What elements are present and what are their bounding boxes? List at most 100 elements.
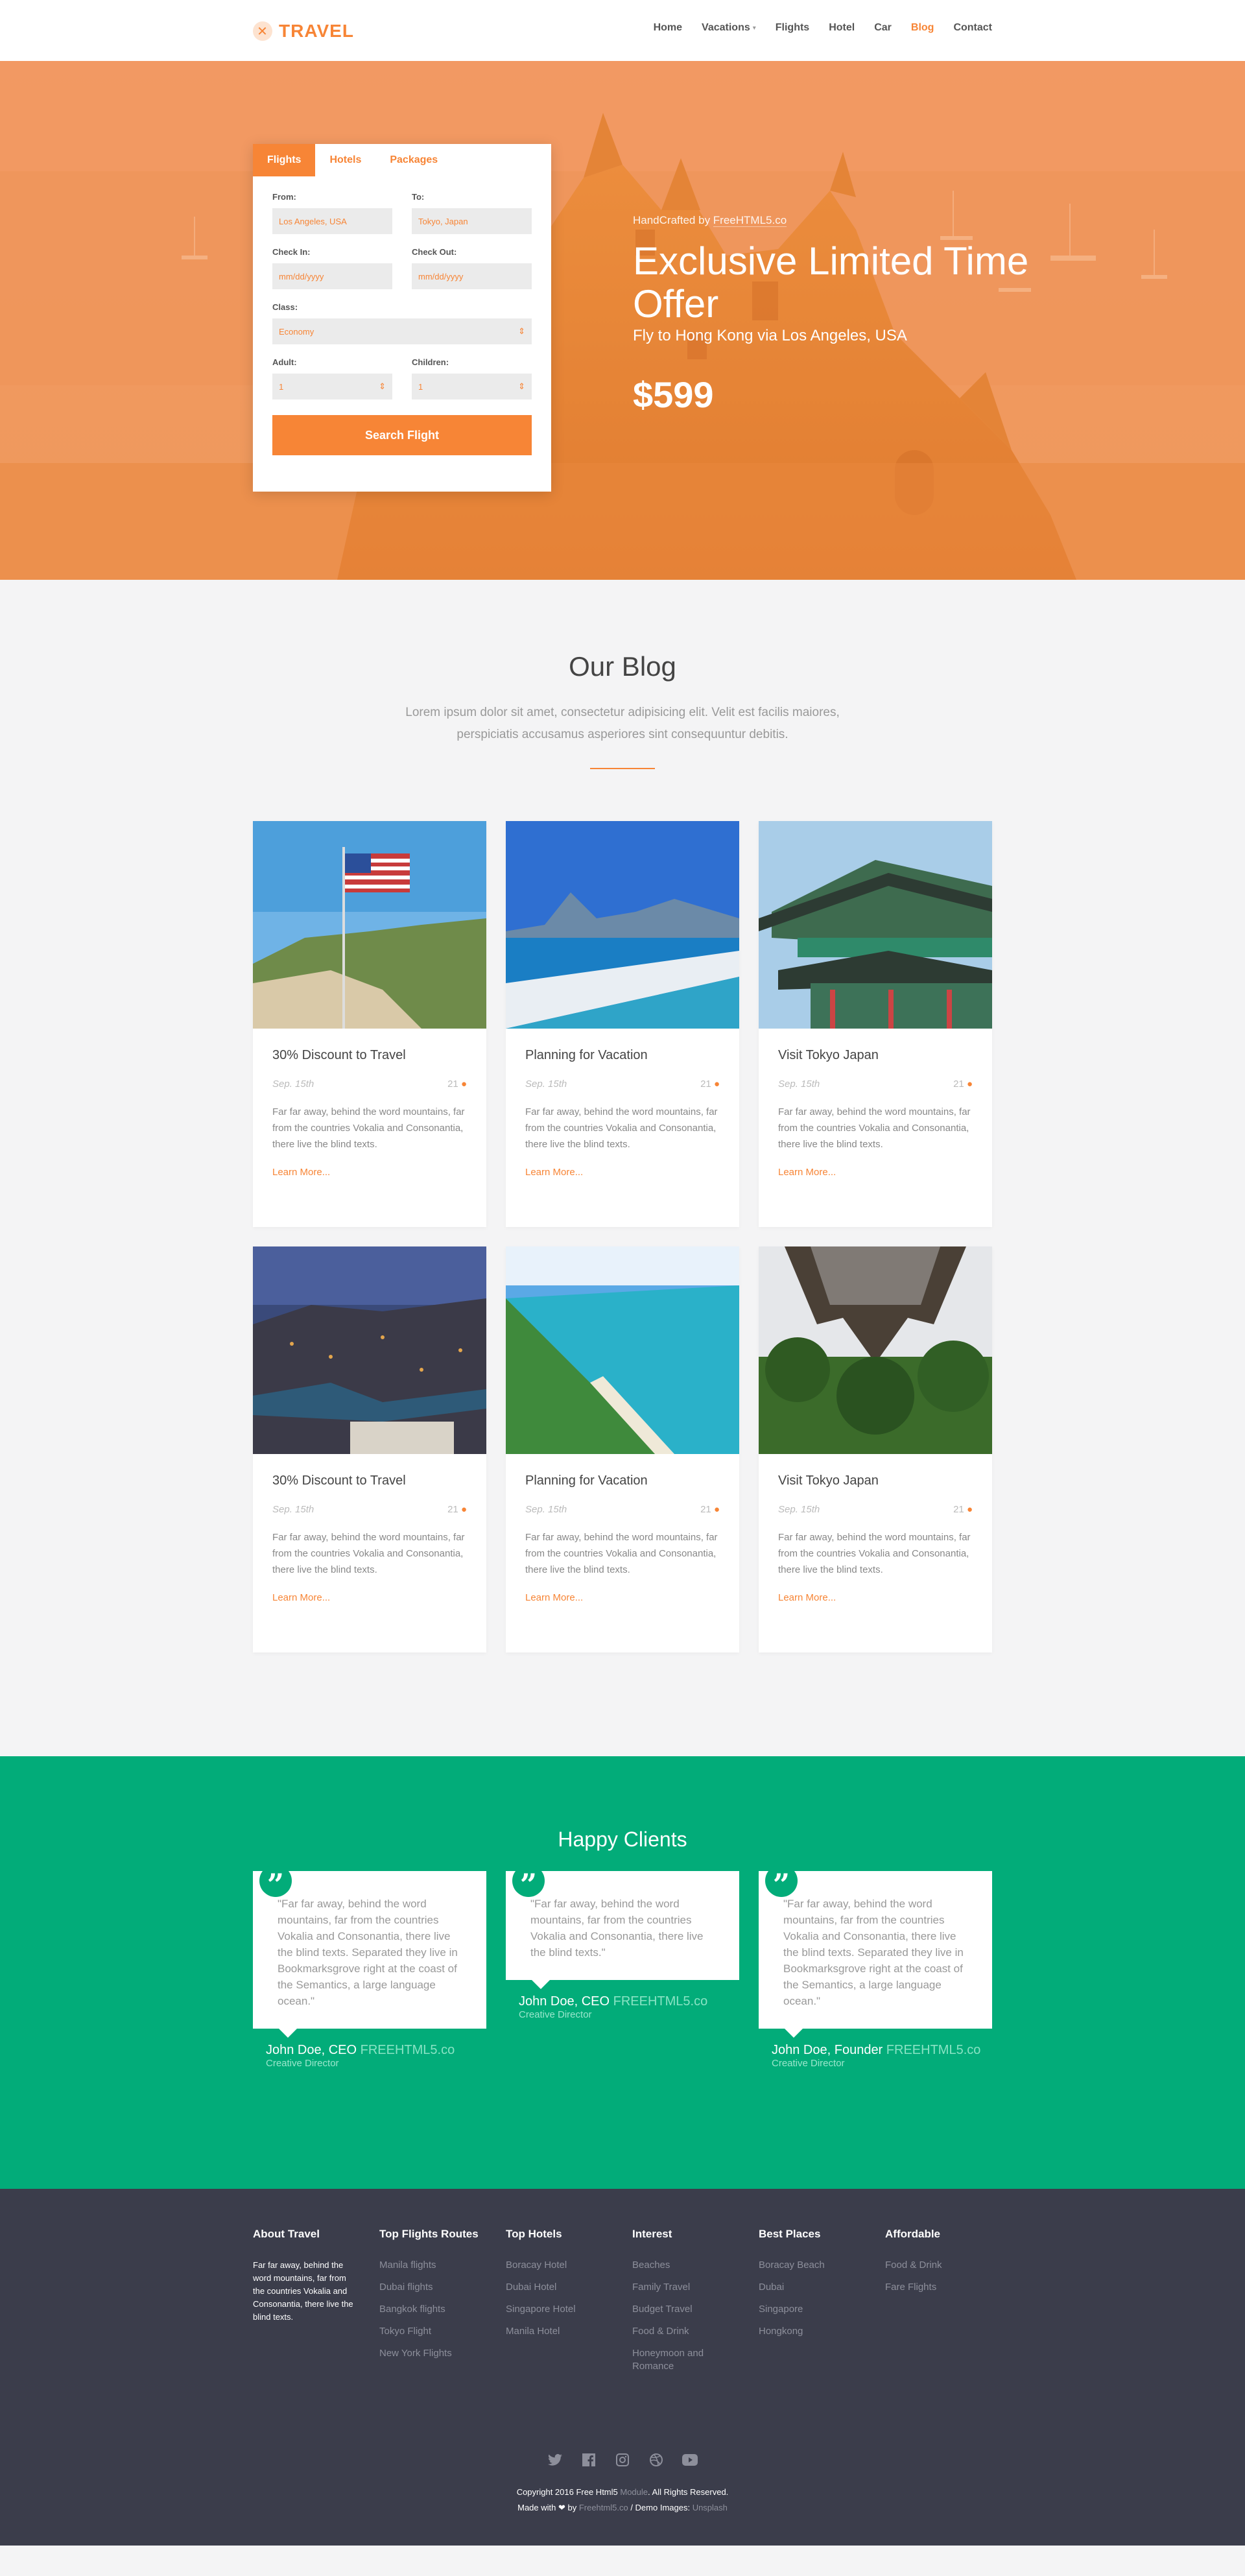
footer-link[interactable]: Manila flights	[379, 2259, 486, 2272]
footer-link[interactable]: Singapore	[759, 2303, 866, 2316]
footer-link[interactable]: Dubai Hotel	[506, 2281, 613, 2294]
testimonial-quote-box: ” "Far far away, behind the word mountai…	[506, 1865, 739, 1989]
footer-link[interactable]: Food & Drink	[885, 2259, 992, 2272]
select-arrows-icon: ⇕	[518, 381, 525, 391]
learn-more-link[interactable]: Learn More...	[778, 1592, 836, 1603]
tab-flights[interactable]: Flights	[253, 144, 316, 176]
youtube-icon[interactable]	[682, 2452, 698, 2468]
nav-car[interactable]: Car	[874, 22, 892, 34]
author-site[interactable]: FREEHTML5.co	[361, 2043, 455, 2057]
social-links	[253, 2452, 992, 2468]
comment-icon: ●	[966, 1079, 973, 1090]
unsplash-link[interactable]: Unsplash	[693, 2503, 728, 2512]
footer-link[interactable]: Family Travel	[632, 2281, 739, 2294]
dribbble-icon[interactable]	[648, 2452, 664, 2468]
class-select-value: Economy	[279, 326, 314, 337]
checkout-date-input[interactable]	[412, 263, 532, 289]
footer-link[interactable]: Singapore Hotel	[506, 2303, 613, 2316]
footer-link[interactable]: Boracay Beach	[759, 2259, 866, 2272]
offer-title: Exclusive Limited Time Offer	[633, 239, 1029, 326]
logo-mark-icon: ✕	[253, 21, 272, 41]
flight-search-form: Flights Hotels Packages From: To:	[253, 144, 551, 492]
author-role: Creative Director	[519, 2009, 592, 2020]
footer-link[interactable]: Honeymoon and Romance	[632, 2347, 739, 2373]
post-title[interactable]: Planning for Vacation	[525, 1048, 720, 1063]
author-name: John Doe, CEO	[519, 1994, 613, 2009]
post-image-flag-beach[interactable]	[253, 821, 486, 1029]
nav-home[interactable]: Home	[654, 22, 682, 34]
author-site[interactable]: FREEHTML5.co	[886, 2043, 981, 2057]
facebook-icon[interactable]	[581, 2452, 597, 2468]
to-input[interactable]	[412, 208, 532, 234]
footer-link[interactable]: Budget Travel	[632, 2303, 739, 2316]
twitter-icon[interactable]	[547, 2452, 563, 2468]
title-divider	[590, 768, 655, 769]
testimonial-quote: "Far far away, behind the word mountains…	[530, 1898, 704, 1959]
post-excerpt: Far far away, behind the word mountains,…	[272, 1106, 465, 1150]
footer-link[interactable]: Bangkok flights	[379, 2303, 486, 2316]
quote-icon: ”	[259, 1865, 292, 1902]
post-title[interactable]: Planning for Vacation	[525, 1473, 720, 1488]
tab-packages[interactable]: Packages	[375, 144, 452, 176]
nav-blog[interactable]: Blog	[911, 22, 934, 34]
post-title[interactable]: 30% Discount to Travel	[272, 1048, 467, 1063]
learn-more-link[interactable]: Learn More...	[525, 1167, 583, 1178]
logo[interactable]: ✕ TRAVEL	[253, 21, 354, 42]
module-link[interactable]: Module	[620, 2487, 648, 2497]
checkin-date-input[interactable]	[272, 263, 392, 289]
footer-link[interactable]: Hongkong	[759, 2325, 866, 2338]
post-title[interactable]: 30% Discount to Travel	[272, 1473, 467, 1488]
post-image-tropical-coast[interactable]	[506, 1246, 739, 1454]
chevron-down-icon: ▾	[752, 24, 756, 32]
post-image-night-city[interactable]	[253, 1246, 486, 1454]
nav-flights[interactable]: Flights	[776, 22, 809, 34]
children-select[interactable]: 1 ⇕	[412, 374, 532, 400]
search-flight-button[interactable]: Search Flight	[272, 415, 532, 455]
instagram-icon[interactable]	[615, 2452, 630, 2468]
post-title[interactable]: Visit Tokyo Japan	[778, 1048, 973, 1063]
select-arrows-icon: ⇕	[379, 381, 386, 391]
footer-link[interactable]: New York Flights	[379, 2347, 486, 2360]
footer-link[interactable]: Beaches	[632, 2259, 739, 2272]
footer-link[interactable]: Dubai	[759, 2281, 866, 2294]
adult-label: Adult:	[272, 357, 297, 367]
nav-hotel[interactable]: Hotel	[829, 22, 855, 34]
post-image-pagoda[interactable]	[759, 821, 992, 1029]
post-date: Sep. 15th	[272, 1504, 314, 1515]
footer-columns: About Travel Far far away, behind the wo…	[253, 2228, 992, 2382]
post-title[interactable]: Visit Tokyo Japan	[778, 1473, 973, 1488]
comment-count: 21	[447, 1504, 458, 1515]
author-site[interactable]: FREEHTML5.co	[613, 1994, 708, 2009]
author-name: John Doe, CEO	[266, 2043, 361, 2057]
post-image-infinity-pool[interactable]	[506, 821, 739, 1029]
blog-post: Planning for Vacation Sep. 15th 21 ● Far …	[506, 1246, 739, 1652]
testimonial-quote-box: ” "Far far away, behind the word mountai…	[759, 1865, 992, 2038]
adult-select[interactable]: 1 ⇕	[272, 374, 392, 400]
footer-about-text: Far far away, behind the word mountains,…	[253, 2260, 353, 2322]
learn-more-link[interactable]: Learn More...	[778, 1167, 836, 1178]
footer-link[interactable]: Tokyo Flight	[379, 2325, 486, 2338]
made-with-text: Made with ❤ by	[517, 2503, 579, 2512]
footer-link[interactable]: Dubai flights	[379, 2281, 486, 2294]
post-excerpt: Far far away, behind the word mountains,…	[525, 1532, 718, 1575]
class-select[interactable]: Economy ⇕	[272, 318, 532, 344]
freehtml5-link[interactable]: Freehtml5.co	[579, 2503, 628, 2512]
footer-link[interactable]: Food & Drink	[632, 2325, 739, 2338]
credit-line: HandCrafted by FreeHTML5.co	[633, 214, 1061, 227]
footer-link[interactable]: Manila Hotel	[506, 2325, 613, 2338]
nav-vacations[interactable]: Vacations ▾	[702, 22, 756, 34]
learn-more-link[interactable]: Learn More...	[272, 1167, 330, 1178]
comment-icon: ●	[713, 1504, 720, 1515]
credit-link[interactable]: FreeHTML5.co	[713, 214, 787, 227]
learn-more-link[interactable]: Learn More...	[525, 1592, 583, 1603]
from-input[interactable]	[272, 208, 392, 234]
footer-link[interactable]: Boracay Hotel	[506, 2259, 613, 2272]
post-image-eiffel-tower[interactable]	[759, 1246, 992, 1454]
happy-clients-section: Happy Clients ” "Far far away, behind th…	[0, 1756, 1245, 2189]
testimonial-author: John Doe, CEO FREEHTML5.co Creative Dire…	[253, 2043, 486, 2069]
learn-more-link[interactable]: Learn More...	[272, 1592, 330, 1603]
tab-hotels[interactable]: Hotels	[315, 144, 375, 176]
blog-post: 30% Discount to Travel Sep. 15th 21 ● Far…	[253, 1246, 486, 1652]
footer-link[interactable]: Fare Flights	[885, 2281, 992, 2294]
nav-contact[interactable]: Contact	[953, 22, 992, 34]
